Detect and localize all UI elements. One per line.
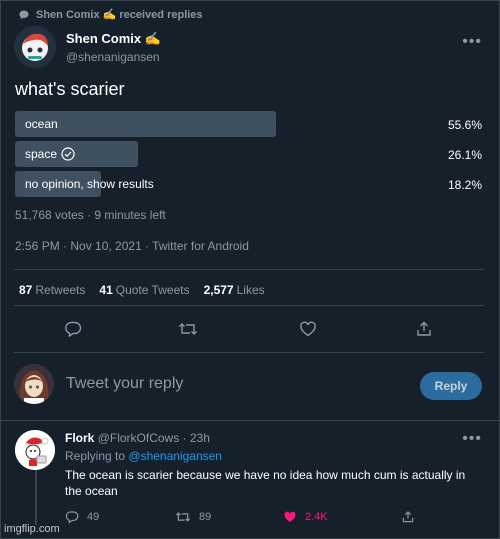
reply-header: Flork @FlorkOfCows · 23h [65, 431, 210, 445]
quote-tweets-stat[interactable]: 41 Quote Tweets [99, 283, 189, 297]
tweet-actions [14, 318, 484, 340]
poll-option: no opinion, show results 18.2% [15, 171, 485, 197]
avatar[interactable] [14, 364, 54, 404]
more-horizontal-icon[interactable]: ••• [462, 33, 482, 51]
poll-option-label: space [25, 147, 58, 161]
reply-avatar-image [15, 430, 55, 470]
reply-text: The ocean is scarier because we have no … [65, 468, 466, 498]
tweet-timestamp[interactable]: 2:56 PM · Nov 10, 2021 · Twitter for And… [15, 239, 249, 253]
divider [14, 352, 484, 353]
likes-stat[interactable]: 2,577 Likes [204, 283, 265, 297]
avatar[interactable] [14, 26, 56, 68]
like-icon[interactable] [297, 318, 319, 340]
author-name[interactable]: Shen Comix ✍ [66, 31, 161, 47]
author-handle[interactable]: @shenanigansen [66, 50, 161, 64]
reply-icon [65, 511, 79, 524]
replying-to-link[interactable]: @shenanigansen [128, 449, 222, 463]
reply-input[interactable]: Tweet your reply [66, 375, 183, 393]
poll-option-percent: 26.1% [447, 148, 482, 162]
poll-option: space 26.1% [15, 141, 485, 167]
share-icon[interactable] [413, 318, 435, 340]
thread-line [35, 470, 37, 525]
reply-handle-time: @FlorkOfCows · 23h [97, 431, 210, 445]
poll-option-label: no opinion, show results [25, 177, 154, 191]
reply-retweet-action[interactable]: 89 [175, 510, 211, 524]
reply-author-name[interactable]: Flork [65, 431, 94, 445]
retweet-icon[interactable] [177, 318, 199, 340]
retweet-icon [175, 512, 191, 522]
speech-bubble-icon [19, 10, 29, 19]
divider [14, 305, 484, 306]
like-count: 2.4K [305, 511, 328, 523]
heart-filled-icon [284, 511, 296, 523]
context-line: Shen Comix ✍ received replies [18, 8, 203, 21]
reply-button[interactable]: Reply [420, 372, 482, 400]
context-label: Shen Comix ✍ received replies [36, 9, 203, 21]
user-avatar-image [14, 364, 54, 404]
reply-reply-action[interactable]: 49 [65, 510, 99, 524]
reply-share-action[interactable] [401, 510, 415, 524]
reply-like-action[interactable]: 2.4K [283, 510, 328, 524]
more-horizontal-icon[interactable]: ••• [462, 430, 482, 448]
divider [0, 420, 500, 421]
poll-option-label: ocean [25, 117, 58, 131]
divider [14, 269, 484, 270]
avatar[interactable] [15, 430, 55, 470]
author-avatar-image [14, 26, 56, 68]
reply-count: 49 [87, 511, 100, 523]
retweet-count: 89 [199, 511, 212, 523]
poll-meta: 51,768 votes · 9 minutes left [15, 208, 166, 222]
check-circle-icon [61, 147, 75, 161]
poll-option-percent: 18.2% [447, 178, 482, 192]
reply-icon[interactable] [62, 318, 84, 340]
poll: ocean 55.6% space 26.1% no opinion, show… [15, 111, 485, 201]
replying-to: Replying to @shenanigansen [65, 449, 222, 463]
compose-reply: Tweet your reply [14, 364, 183, 404]
poll-option-percent: 55.6% [447, 118, 482, 132]
reply-actions: 49 89 2.4K [65, 510, 465, 528]
watermark: imgflip.com [4, 523, 60, 535]
tweet-author[interactable]: Shen Comix ✍ @shenanigansen [14, 26, 161, 68]
share-icon [402, 511, 414, 523]
retweets-stat[interactable]: 87 Retweets [19, 283, 85, 297]
poll-option: ocean 55.6% [15, 111, 485, 137]
tweet-text: what's scarier [15, 79, 125, 99]
tweet-stats: 87 Retweets 41 Quote Tweets 2,577 Likes [19, 283, 265, 297]
